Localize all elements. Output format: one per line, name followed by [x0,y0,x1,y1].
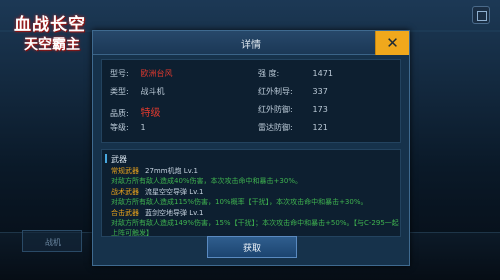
dialog-header: 详情 ✕ [93,31,409,55]
weapon-item: 蓝剑空地导弹 Lv.1 [145,209,204,217]
weapon-type: 常规武器 [111,167,139,175]
section-marker [105,154,107,163]
weapons-heading: 武器 [111,155,127,164]
menu-icon[interactable] [472,6,490,24]
stat-level: 等级: 1 [110,123,146,132]
details-dialog: 详情 ✕ 型号: 欧洲台风 类型: 战斗机 品质: 特级 等级: 1 强 度: … [92,30,410,266]
obtain-button[interactable]: 获取 [207,236,297,258]
logo-subtitle: 天空霸主 [24,37,80,53]
weapon-description: 对敌方所有敌人造成40%伤害，本次攻击命中和暴击+30%。 [111,177,302,185]
stat-type: 类型: 战斗机 [110,87,165,96]
stats-panel: 型号: 欧洲台风 类型: 战斗机 品质: 特级 等级: 1 强 度: 1471 … [101,59,401,143]
weapons-panel: 武器 常规武器 27mm机炮 Lv.1 对敌方所有敌人造成40%伤害，本次攻击命中… [101,149,401,237]
weapon-description: 对敌方所有敌人造成149%伤害，15%【干扰】；本次攻击命中和暴击+50%。【与… [111,219,399,237]
weapon-row: 常规武器 27mm机炮 Lv.1 [111,166,198,176]
close-button[interactable]: ✕ [375,31,409,55]
weapon-item: 27mm机炮 Lv.1 [145,167,198,175]
game-logo: 血战长空 天空霸主 [4,2,92,64]
stat-quality: 品质: 特级 [110,108,161,119]
stat-ir-defense: 红外防御: 173 [258,105,328,114]
background-card-label: 战机 [45,238,61,247]
weapon-type: 合击武器 [111,209,139,217]
dialog-title: 详情 [241,40,261,51]
stat-model: 型号: 欧洲台风 [110,69,173,78]
weapon-description: 对敌方所有敌人造成115%伤害，10%概率【干扰】，本次攻击命中和暴击+30%。 [111,198,368,206]
weapon-type: 战术武器 [111,188,139,196]
stat-strength: 强 度: 1471 [258,69,333,78]
weapon-row: 战术武器 流星空空导弹 Lv.1 [111,187,203,197]
stat-radar-defense: 雷达防御: 121 [258,123,328,132]
stat-ir-guidance: 红外制导: 337 [258,87,328,96]
background-card: 战机 [22,230,82,252]
logo-title: 血战长空 [14,15,86,35]
weapon-item: 流星空空导弹 Lv.1 [145,188,204,196]
weapon-row: 合击武器 蓝剑空地导弹 Lv.1 [111,208,203,218]
close-icon: ✕ [386,33,399,52]
obtain-button-label: 获取 [242,243,261,254]
